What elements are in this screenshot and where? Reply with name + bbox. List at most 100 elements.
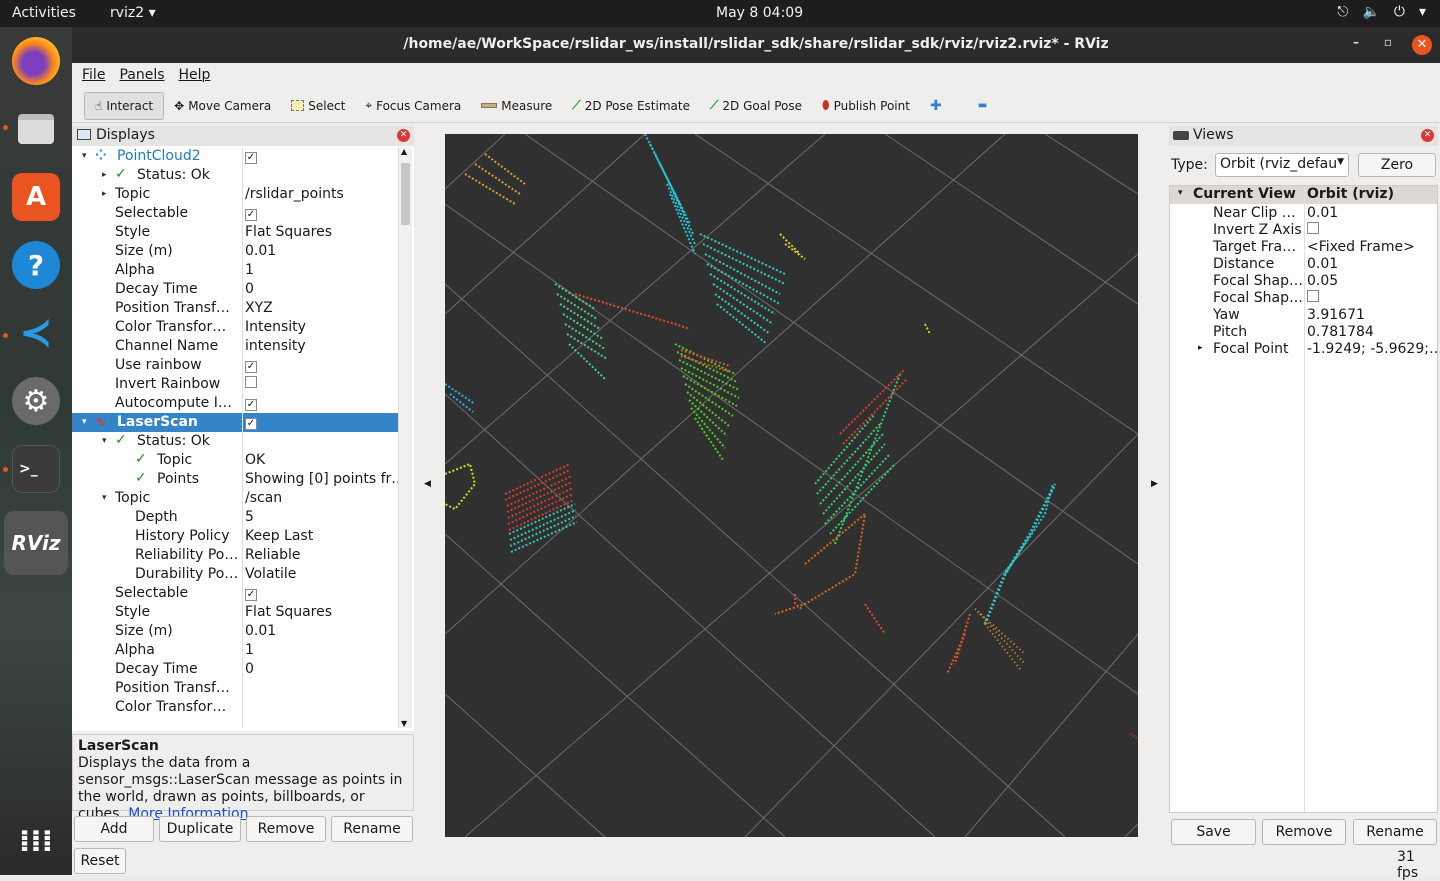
app-center-icon[interactable]: A [12, 173, 60, 221]
system-tray[interactable]: ⎋ 🔈 ⏻ ▾ [1337, 4, 1426, 20]
goal-pose-tool[interactable]: ⟋ 2D Goal Pose [700, 92, 812, 120]
display-row[interactable]: ✓ Points Showing [0] points fr… [72, 470, 398, 489]
select-tool[interactable]: Select [281, 92, 355, 120]
menu-file[interactable]: File [82, 67, 105, 89]
property-value[interactable]: 0.01 [245, 623, 276, 639]
expand-arrow-icon[interactable]: ▸ [102, 189, 107, 199]
display-row[interactable]: ▾ ⁘ PointCloud2 ✓ [72, 147, 398, 166]
view-property-value[interactable] [1307, 290, 1319, 306]
view-property-value[interactable] [1307, 222, 1319, 238]
display-row[interactable]: Reliability Po… Reliable [72, 546, 398, 565]
property-value[interactable]: /scan [245, 490, 282, 506]
property-value[interactable]: 5 [245, 509, 254, 525]
view-property-row[interactable]: Target Fra… <Fixed Frame> [1174, 239, 1436, 256]
remove-button[interactable]: Remove [246, 816, 326, 842]
remove-tool-button[interactable]: ▬ [952, 92, 997, 120]
property-value[interactable]: ✓ [245, 395, 257, 411]
add-tool-button[interactable]: ✚ [920, 92, 952, 120]
power-icon[interactable]: ⏻ [1394, 4, 1405, 20]
checkbox[interactable]: ✓ [245, 589, 257, 601]
app-grid-icon[interactable]: ⁞⁞⁞ [12, 817, 60, 865]
property-value[interactable]: 1 [245, 642, 254, 658]
view-property-value[interactable]: 3.91671 [1307, 307, 1365, 323]
property-value[interactable] [245, 376, 257, 392]
property-value[interactable]: ✓ [245, 357, 257, 373]
display-row[interactable]: Style Flat Squares [72, 603, 398, 622]
duplicate-button[interactable]: Duplicate [159, 816, 241, 842]
property-value[interactable]: ✓ [245, 148, 257, 164]
expand-arrow-icon[interactable]: ▸ [102, 170, 107, 180]
property-value[interactable]: intensity [245, 338, 306, 354]
collapse-left-icon[interactable]: ◀ [424, 479, 431, 489]
display-row[interactable]: ▾ ∿ LaserScan ✓ [72, 413, 398, 432]
display-row[interactable]: Depth 5 [72, 508, 398, 527]
display-row[interactable]: Decay Time 0 [72, 660, 398, 679]
property-value[interactable]: Flat Squares [245, 224, 332, 240]
property-value[interactable]: 0 [245, 661, 254, 677]
measure-tool[interactable]: Measure [471, 92, 562, 120]
collapse-arrow-icon[interactable]: ▾ [82, 417, 87, 427]
activities-button[interactable]: Activities [12, 5, 76, 21]
view-property-value[interactable]: 0.01 [1307, 205, 1338, 221]
display-row[interactable]: Decay Time 0 [72, 280, 398, 299]
display-row[interactable]: Autocompute I… ✓ [72, 394, 398, 413]
network-icon[interactable]: ⎋ [1337, 4, 1348, 20]
display-row[interactable]: ✓ Topic OK [72, 451, 398, 470]
app-menu[interactable]: rviz2 ▾ [110, 5, 156, 21]
save-button[interactable]: Save [1171, 819, 1256, 845]
view-property-value[interactable]: 0.781784 [1307, 324, 1374, 340]
view-property-row[interactable]: Yaw 3.91671 [1174, 307, 1436, 324]
display-row[interactable]: Color Transfor… Intensity [72, 318, 398, 337]
view-property-row[interactable]: Distance 0.01 [1174, 256, 1436, 273]
chevron-down-icon[interactable]: ▾ [1419, 4, 1426, 20]
view-property-row[interactable]: Invert Z Axis [1174, 222, 1436, 239]
display-row[interactable]: Durability Po… Volatile [72, 565, 398, 584]
collapse-arrow-icon[interactable]: ▾ [102, 436, 107, 446]
volume-icon[interactable]: 🔈 [1362, 4, 1379, 20]
collapse-arrow-icon[interactable]: ▾ [82, 151, 87, 161]
checkbox[interactable]: ✓ [245, 209, 257, 221]
interact-tool[interactable]: ☝ Interact [84, 91, 165, 120]
add-button[interactable]: Add [74, 816, 154, 842]
zero-button[interactable]: Zero [1358, 153, 1436, 177]
view-type-select[interactable]: Orbit (rviz_defau ▼ [1215, 153, 1349, 177]
scroll-down-icon[interactable]: ▼ [401, 719, 407, 728]
display-row[interactable]: Position Transf… [72, 679, 398, 698]
display-row[interactable]: Channel Name intensity [72, 337, 398, 356]
property-value[interactable]: 0 [245, 281, 254, 297]
property-value[interactable]: Flat Squares [245, 604, 332, 620]
view-property-row[interactable]: ▸ Focal Point -1.9249; -5.9629;… [1174, 341, 1440, 358]
focus-camera-tool[interactable]: ⌖ Focus Camera [355, 92, 471, 120]
publish-point-tool[interactable]: ⬮ Publish Point [812, 92, 920, 120]
property-value[interactable]: Keep Last [245, 528, 313, 544]
property-value[interactable]: ✓ [245, 205, 257, 221]
menu-help[interactable]: Help [179, 67, 211, 89]
display-row[interactable]: Style Flat Squares [72, 223, 398, 242]
display-row[interactable]: Use rainbow ✓ [72, 356, 398, 375]
property-value[interactable]: Volatile [245, 566, 296, 582]
expand-arrow-icon[interactable]: ▸ [1198, 343, 1203, 353]
checkbox[interactable]: ✓ [245, 152, 257, 164]
display-row[interactable]: Alpha 1 [72, 641, 398, 660]
property-value[interactable]: ✓ [245, 414, 257, 430]
property-value[interactable]: OK [245, 452, 265, 468]
3d-viewport[interactable] [445, 134, 1138, 837]
display-row[interactable]: ▸ Topic/rslidar_points [72, 185, 398, 204]
pose-estimate-tool[interactable]: ⟋ 2D Pose Estimate [562, 92, 700, 120]
views-remove-button[interactable]: Remove [1262, 819, 1346, 845]
files-icon[interactable] [12, 105, 60, 153]
display-row[interactable]: Color Transfor… [72, 698, 398, 717]
view-property-value[interactable]: -1.9249; -5.9629;… [1307, 341, 1440, 357]
minimize-button[interactable]: – [1346, 35, 1366, 55]
view-property-row[interactable]: Focal Shap… [1174, 290, 1436, 307]
display-row[interactable]: ▾ Topic/scan [72, 489, 398, 508]
expand-arrow-icon[interactable]: ▾ [1178, 188, 1183, 198]
checkbox[interactable] [245, 376, 257, 388]
collapse-right-icon[interactable]: ▶ [1151, 479, 1158, 489]
property-value[interactable]: 1 [245, 262, 254, 278]
display-row[interactable]: Position Transf… XYZ [72, 299, 398, 318]
display-row[interactable]: Size (m) 0.01 [72, 242, 398, 261]
display-row[interactable]: Selectable ✓ [72, 204, 398, 223]
display-row[interactable]: Selectable ✓ [72, 584, 398, 603]
display-row[interactable]: ▾ ✓ Status: Ok [72, 432, 398, 451]
